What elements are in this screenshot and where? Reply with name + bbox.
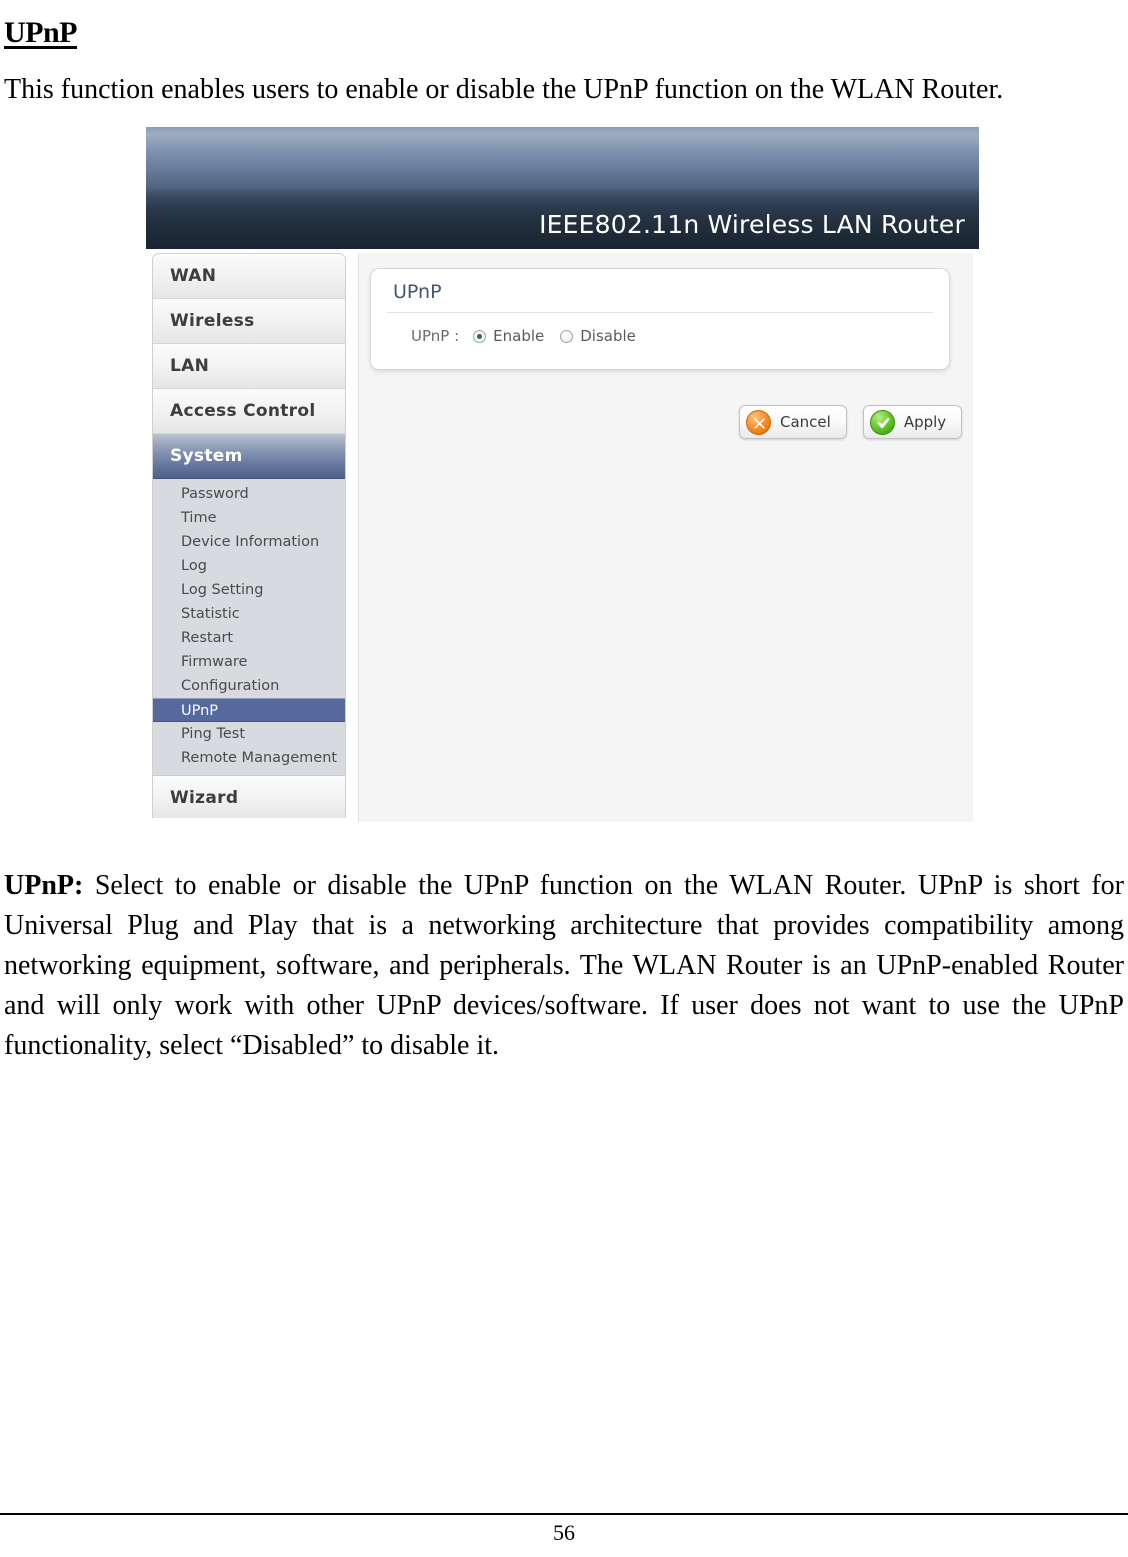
sidebar-item-access-control[interactable]: Access Control	[153, 389, 345, 434]
router-body: WAN Wireless LAN Access Control System P…	[146, 249, 979, 822]
page-number: 56	[553, 1520, 575, 1545]
body-paragraph: UPnP: Select to enable or disable the UP…	[4, 866, 1124, 1066]
footer-divider	[0, 1513, 1128, 1515]
panel-title: UPnP	[393, 281, 442, 303]
upnp-field-label: UPnP :	[411, 327, 460, 345]
submenu-item-time[interactable]: Time	[153, 506, 345, 530]
content-area: UPnP UPnP : Enable Disable Cancel Apply	[358, 253, 973, 822]
submenu-item-firmware[interactable]: Firmware	[153, 650, 345, 674]
sidebar-item-wizard[interactable]: Wizard	[153, 776, 345, 818]
submenu-item-remote-management[interactable]: Remote Management	[153, 746, 345, 770]
radio-button-icon[interactable]	[473, 329, 487, 343]
upnp-setting-row: UPnP : Enable Disable	[411, 327, 652, 345]
body-paragraph-text: Select to enable or disable the UPnP fun…	[4, 870, 1124, 1061]
router-ui-screenshot: IEEE802.11n Wireless LAN Router WAN Wire…	[146, 127, 979, 822]
sidebar-item-label: Access Control	[170, 401, 316, 421]
submenu-item-log-setting[interactable]: Log Setting	[153, 578, 345, 602]
submenu-item-device-information[interactable]: Device Information	[153, 530, 345, 554]
sidebar-item-wireless[interactable]: Wireless	[153, 299, 345, 344]
submenu-item-restart[interactable]: Restart	[153, 626, 345, 650]
cancel-button-label: Cancel	[780, 413, 831, 431]
radio-button-icon[interactable]	[560, 329, 574, 343]
submenu-item-configuration[interactable]: Configuration	[153, 674, 345, 698]
sidebar-item-label: System	[170, 446, 243, 466]
action-buttons: Cancel Apply	[739, 405, 963, 439]
submenu-item-ping-test[interactable]: Ping Test	[153, 722, 345, 746]
apply-button[interactable]: Apply	[862, 405, 963, 439]
document-page: UPnP This function enables users to enab…	[0, 0, 1128, 1557]
apply-button-label: Apply	[903, 413, 947, 431]
radio-disable[interactable]: Disable	[560, 327, 636, 345]
router-header-banner: IEEE802.11n Wireless LAN Router	[146, 127, 979, 249]
sidebar-navigation: WAN Wireless LAN Access Control System P…	[152, 253, 346, 818]
sidebar-item-label: Wireless	[170, 311, 255, 331]
submenu-item-log[interactable]: Log	[153, 554, 345, 578]
sidebar-item-wan[interactable]: WAN	[153, 254, 345, 299]
radio-enable-label: Enable	[493, 327, 545, 345]
router-header-title: IEEE802.11n Wireless LAN Router	[539, 210, 965, 239]
sidebar-item-lan[interactable]: LAN	[153, 344, 345, 389]
sidebar-item-label: LAN	[170, 356, 210, 376]
submenu-item-password[interactable]: Password	[153, 482, 345, 506]
submenu-item-upnp[interactable]: UPnP	[153, 698, 345, 722]
check-icon	[869, 409, 895, 435]
sidebar-item-label: Wizard	[170, 788, 239, 808]
radio-enable[interactable]: Enable	[473, 327, 544, 345]
sidebar-item-label: WAN	[170, 266, 217, 286]
sidebar-item-system[interactable]: System	[153, 434, 345, 479]
cancel-x-icon	[746, 409, 771, 435]
body-paragraph-lead: UPnP:	[4, 870, 84, 901]
intro-paragraph: This function enables users to enable or…	[4, 74, 1004, 105]
system-submenu: Password Time Device Information Log Log…	[153, 479, 345, 776]
upnp-settings-panel: UPnP UPnP : Enable Disable	[370, 268, 950, 370]
cancel-button[interactable]: Cancel	[739, 405, 847, 439]
page-title: UPnP	[4, 16, 78, 50]
radio-disable-label: Disable	[580, 327, 636, 345]
submenu-item-statistic[interactable]: Statistic	[153, 602, 345, 626]
panel-divider	[387, 312, 933, 313]
